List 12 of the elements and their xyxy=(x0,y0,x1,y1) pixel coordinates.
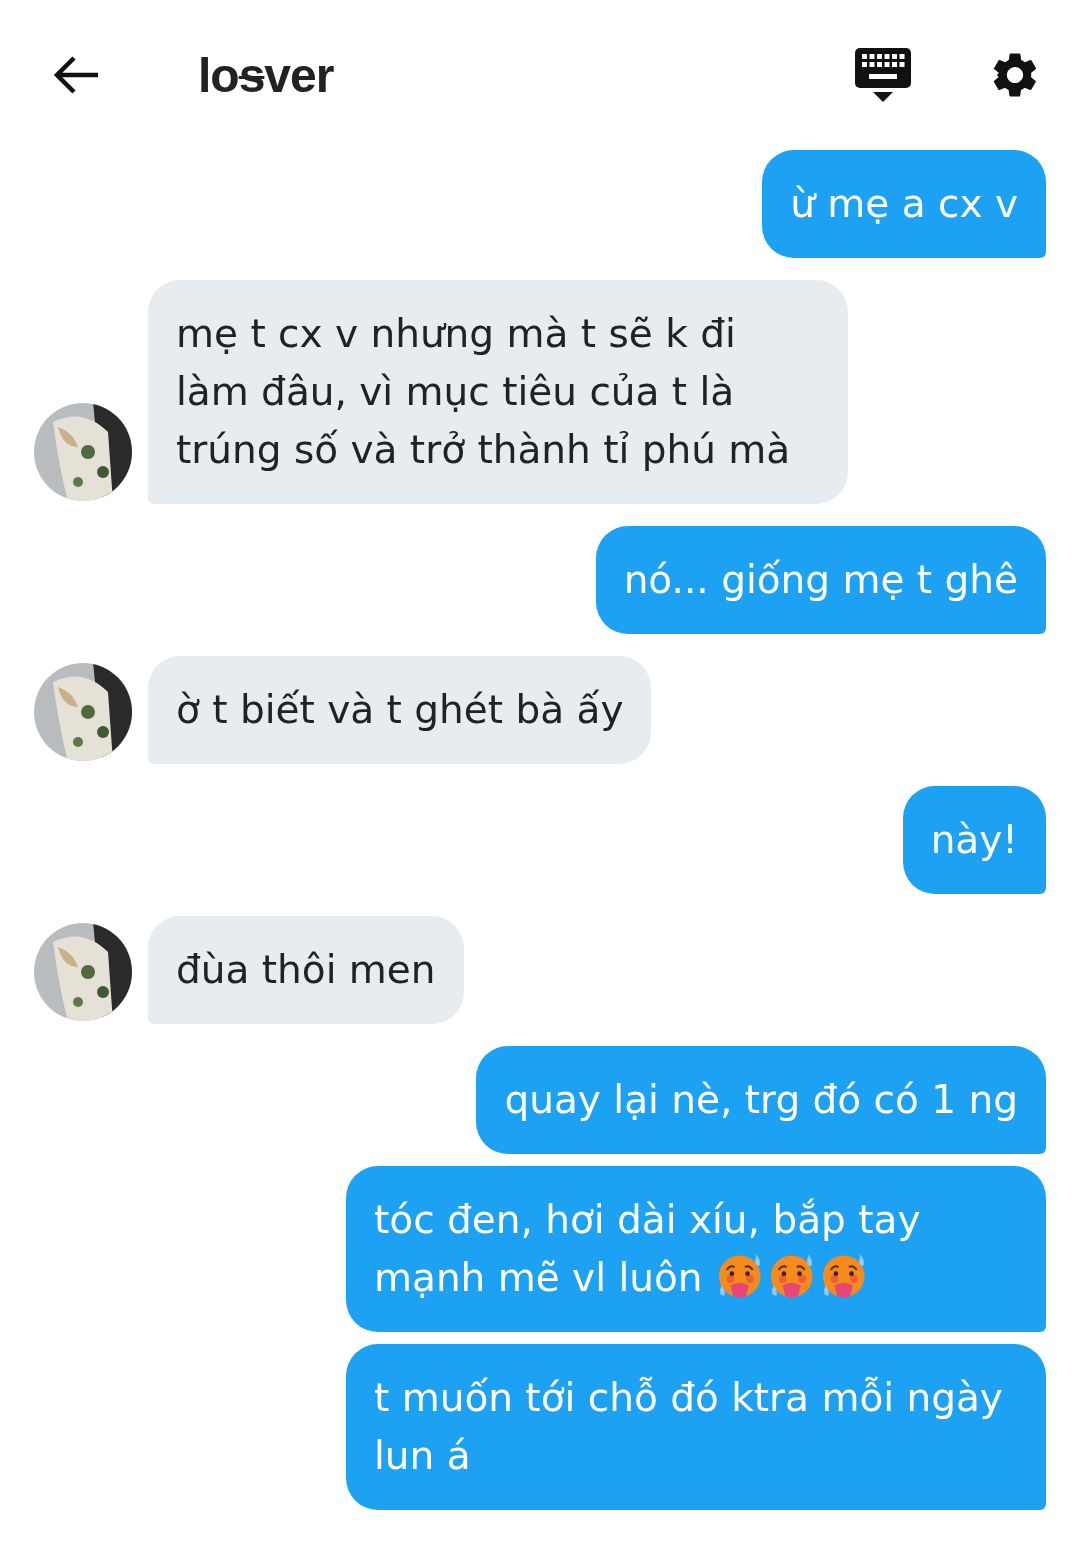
message-bubble: này! xyxy=(902,786,1046,894)
back-button[interactable] xyxy=(52,55,100,95)
message-bubble: quay lại nè, trg đó có 1 ng xyxy=(476,1046,1046,1154)
message-bubble: t muốn tới chỗ đó ktra mỗi ngày lun á xyxy=(346,1344,1046,1510)
message-bubble: tóc đen, hơi dài xíu, bắp tay mạnh mẽ vl luôn xyxy=(346,1166,1046,1332)
message-bubble: mẹ t cx v nhưng mà t sẽ k đi làm đâu, vì mục tiêu của t là trúng số và trở thành tỉ phú mà xyxy=(148,280,848,504)
chat-title: losver xyxy=(198,47,334,103)
message-bubble: đùa thôi men xyxy=(148,916,464,1024)
message-bubble: ờ t biết và t ghét bà ấy xyxy=(148,656,652,764)
message-bubble: nó... giống mẹ t ghê xyxy=(595,526,1046,634)
keyboard-icon[interactable] xyxy=(854,47,912,103)
message-bubble: ừ mẹ a cx v xyxy=(762,150,1046,258)
